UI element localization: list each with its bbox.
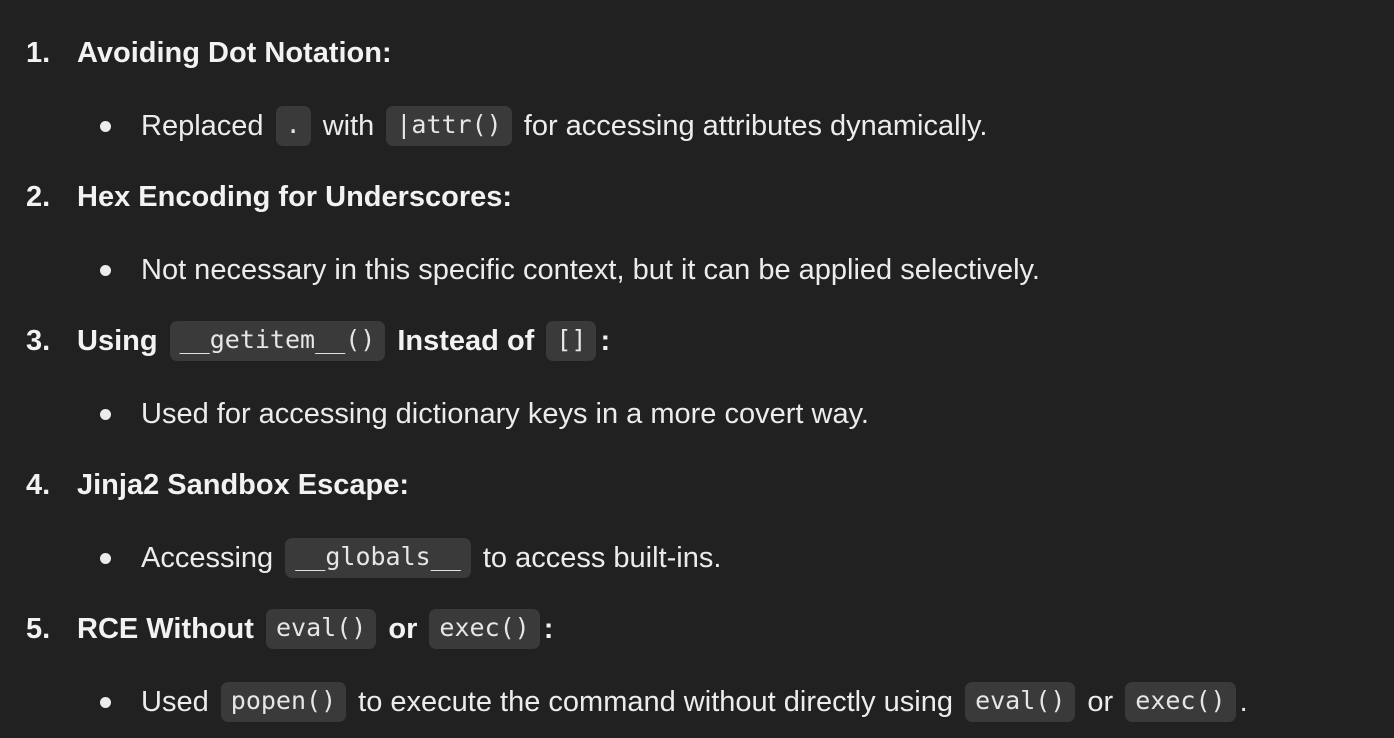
bullet-text: for accessing attributes dynamically. xyxy=(515,109,988,142)
bullet-text: to access built-ins. xyxy=(474,541,722,574)
inline-code: [] xyxy=(546,321,597,361)
list-item-5-bullet: Used popen() to execute the command with… xyxy=(100,682,1248,722)
list-item-3-bullet: Used for accessing dictionary keys in a … xyxy=(100,394,869,434)
bullet-icon xyxy=(100,120,111,132)
bullet-text: Used xyxy=(141,685,217,718)
heading-text: Using xyxy=(77,324,166,357)
inline-code: exec() xyxy=(429,609,540,649)
list-number: 1. xyxy=(26,36,51,69)
list-item-2-heading: 2. Hex Encoding for Underscores: xyxy=(26,177,512,217)
list-item-3-heading: 3. Using __getitem__() Instead of [] : xyxy=(26,321,610,361)
list-number: 3. xyxy=(26,324,51,357)
inline-code: . xyxy=(275,106,311,146)
bullet-text: Accessing xyxy=(141,541,282,574)
inline-code: |attr() xyxy=(386,106,512,146)
list-number: 5. xyxy=(26,612,51,645)
inline-code: eval() xyxy=(265,609,377,649)
bullet-icon xyxy=(100,408,111,420)
bullet-icon xyxy=(100,264,111,276)
bullet-text: Not necessary in this specific context, … xyxy=(141,253,1040,286)
numbered-list: 1. Avoiding Dot Notation: Replaced . wit… xyxy=(0,0,1394,738)
inline-code: eval() xyxy=(965,682,1076,722)
list-item-1-bullet: Replaced . with |attr() for accessing at… xyxy=(100,106,987,146)
bullet-text: Used for accessing dictionary keys in a … xyxy=(141,397,869,430)
heading-text: Avoiding Dot Notation: xyxy=(77,36,392,69)
list-item-4-heading: 4. Jinja2 Sandbox Escape: xyxy=(26,465,409,505)
heading-text: : xyxy=(543,612,554,645)
bullet-text: Replaced xyxy=(141,109,272,142)
list-item-2-bullet: Not necessary in this specific context, … xyxy=(100,250,1040,290)
bullet-icon xyxy=(100,696,111,708)
heading-text: RCE Without xyxy=(77,612,262,645)
bullet-icon xyxy=(100,552,111,564)
list-item-4-bullet: Accessing __globals__ to access built-in… xyxy=(100,538,721,578)
list-number: 2. xyxy=(26,180,51,213)
heading-text: : xyxy=(600,324,611,357)
heading-text: Jinja2 Sandbox Escape: xyxy=(77,468,410,501)
bullet-text: to execute the command without directly … xyxy=(350,685,962,718)
bullet-text: with xyxy=(314,109,383,142)
bullet-text: or xyxy=(1079,685,1122,718)
heading-text: Instead of xyxy=(389,324,543,357)
list-item-5-heading: 5. RCE Without eval() or exec() : xyxy=(26,609,553,649)
heading-text: or xyxy=(380,612,426,645)
heading-text: Hex Encoding for Underscores: xyxy=(77,180,513,213)
inline-code: __globals__ xyxy=(285,538,471,578)
inline-code: popen() xyxy=(220,682,347,722)
list-item-1-heading: 1. Avoiding Dot Notation: xyxy=(26,33,392,73)
inline-code: __getitem__() xyxy=(169,321,386,361)
bullet-text: . xyxy=(1239,685,1248,718)
inline-code: exec() xyxy=(1125,682,1236,722)
list-number: 4. xyxy=(26,468,51,501)
